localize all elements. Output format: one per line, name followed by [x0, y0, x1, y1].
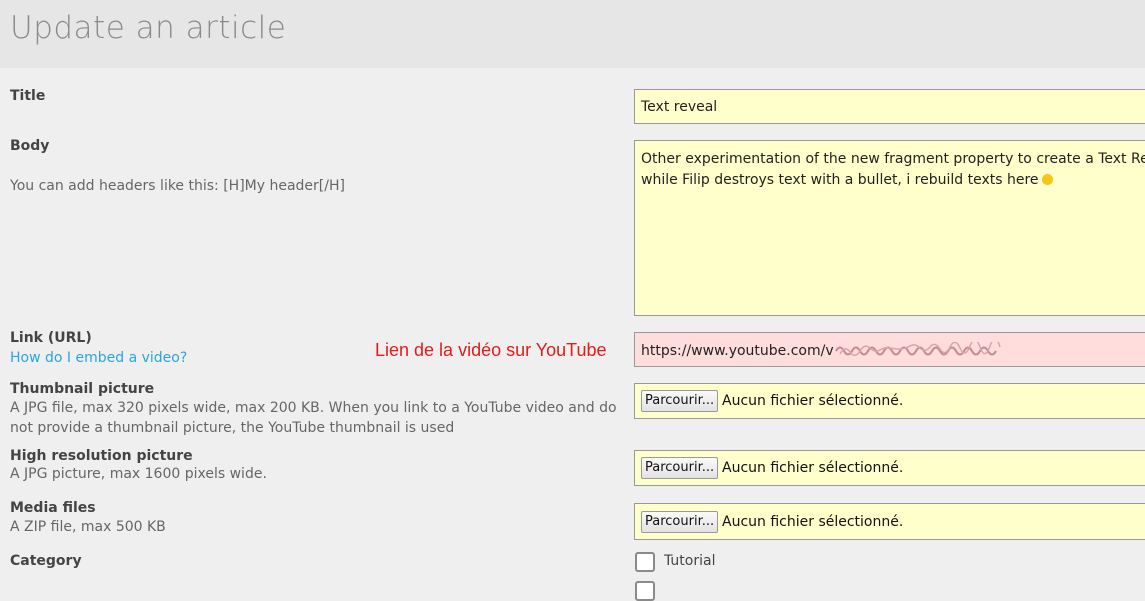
- url-input[interactable]: https://www.youtube.com/v: [634, 332, 1145, 367]
- body-help: You can add headers like this: [H]My hea…: [10, 178, 345, 194]
- url-text: https://www.youtube.com/v: [641, 343, 834, 359]
- category-tutorial-checkbox[interactable]: [635, 552, 655, 572]
- hires-browse-button[interactable]: Parcourir...: [641, 457, 719, 479]
- smiley-icon: [1041, 174, 1053, 185]
- title-input[interactable]: Text reveal: [634, 89, 1145, 124]
- hires-label: High resolution picture: [10, 448, 193, 464]
- link-label: Link (URL): [10, 330, 92, 346]
- body-line-2: while Filip destroys text with a bullet,…: [641, 170, 1145, 191]
- embed-help-link[interactable]: How do I embed a video?: [10, 350, 187, 366]
- media-file-status: Aucun fichier sélectionné.: [722, 513, 904, 530]
- youtube-annotation: Lien de la vidéo sur YouTube: [375, 340, 607, 360]
- hires-file-input[interactable]: Parcourir... Aucun fichier sélectionné.: [634, 450, 1145, 486]
- redaction-scribble-icon: [834, 342, 1001, 356]
- body-label: Body: [10, 138, 50, 154]
- media-browse-button[interactable]: Parcourir...: [641, 510, 719, 533]
- body-line-2-text: while Filip destroys text with a bullet,…: [641, 172, 1039, 188]
- thumbnail-file-input[interactable]: Parcourir... Aucun fichier sélectionné.: [634, 383, 1145, 419]
- body-textarea[interactable]: Other experimentation of the new fragmen…: [634, 140, 1145, 316]
- category-next-checkbox[interactable]: [635, 581, 655, 601]
- body-line-1: Other experimentation of the new fragmen…: [641, 151, 1145, 167]
- category-label: Category: [10, 553, 82, 569]
- page-title: Update an article: [10, 10, 287, 46]
- body-text: Other experimentation of the new fragmen…: [641, 149, 1145, 191]
- thumbnail-browse-button[interactable]: Parcourir...: [641, 390, 719, 412]
- hires-help: A JPG picture, max 1600 pixels wide.: [10, 466, 267, 482]
- media-label: Media files: [10, 500, 96, 516]
- thumbnail-file-status: Aucun fichier sélectionné.: [722, 393, 904, 409]
- media-help: A ZIP file, max 500 KB: [10, 519, 166, 535]
- hires-file-status: Aucun fichier sélectionné.: [722, 460, 904, 476]
- category-tutorial-label[interactable]: Tutorial: [664, 553, 715, 569]
- page-header: Update an article: [0, 0, 1145, 68]
- media-file-input[interactable]: Parcourir... Aucun fichier sélectionné.: [634, 503, 1145, 540]
- url-input-value: https://www.youtube.com/v: [641, 342, 1014, 360]
- title-label: Title: [10, 88, 46, 104]
- title-input-value: Text reveal: [641, 99, 718, 115]
- thumbnail-help: A JPG file, max 320 pixels wide, max 200…: [10, 400, 617, 436]
- thumbnail-label: Thumbnail picture: [10, 381, 155, 397]
